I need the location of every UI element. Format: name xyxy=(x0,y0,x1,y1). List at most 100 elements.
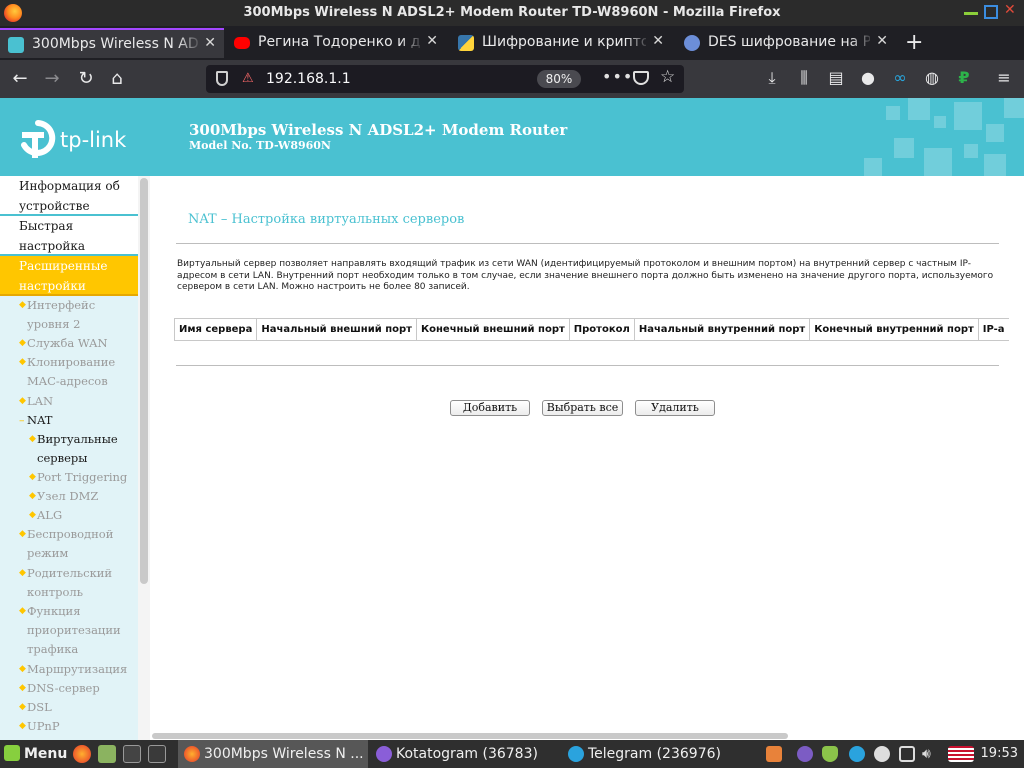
sidebar-item-qos[interactable]: ◆ Функция приоритезации трафика xyxy=(19,602,131,659)
kotatogram-tray-icon[interactable] xyxy=(797,746,813,762)
keyboard-layout-flag-icon[interactable] xyxy=(948,746,974,762)
python-favicon-icon xyxy=(458,35,474,51)
sidebar-item-layer2[interactable]: ◆ Интерфейс уровня 2 xyxy=(19,296,131,334)
firefox-icon xyxy=(184,746,200,762)
sidebar-scrollbar[interactable] xyxy=(140,178,148,584)
des-favicon-icon xyxy=(684,35,700,51)
tab-des[interactable]: DES шифрование на Python ✕ xyxy=(676,28,896,58)
sidebar-item-mac-clone[interactable]: ◆ Клонирование MAC-адресов xyxy=(19,353,131,391)
table-header-cell: IP-а xyxy=(977,318,1009,341)
minimize-window-button[interactable] xyxy=(964,5,978,15)
divider xyxy=(176,243,999,244)
youtube-favicon-icon xyxy=(234,37,250,49)
tracking-shield-icon[interactable] xyxy=(216,71,228,86)
firefox-tray-icon[interactable] xyxy=(766,746,782,762)
new-tab-icon[interactable]: + xyxy=(905,30,923,55)
firefox-launcher-icon[interactable] xyxy=(73,745,91,763)
bookmark-star-icon[interactable]: ☆ xyxy=(660,67,675,87)
table-header-cell: Конечный внешний порт xyxy=(415,318,570,341)
router-page: tp-link 300Mbps Wireless N ADSL2+ Modem … xyxy=(0,98,1024,740)
sidebar-item-parental-control[interactable]: ◆ Родительский контроль xyxy=(19,564,131,602)
taskbar-item-kotatogram[interactable]: Kotatogram (36783) xyxy=(370,740,560,768)
taskbar-item-telegram[interactable]: Telegram (236976) xyxy=(562,740,752,768)
logo-text: tp-link xyxy=(60,128,127,152)
system-taskbar: Menu 300Mbps Wireless N ... Kotatogram (… xyxy=(0,740,1024,768)
url-bar[interactable]: ⚠ 192.168.1.1 80% ••• ☆ xyxy=(206,65,684,93)
sidebar-item-nat[interactable]: – NAT xyxy=(19,411,131,430)
sidebar-item-lan[interactable]: ◆ LAN xyxy=(19,392,131,411)
workspace-launcher-icon[interactable] xyxy=(148,745,166,763)
clock[interactable]: 19:53 xyxy=(981,746,1018,761)
shield-tray-icon[interactable] xyxy=(822,746,838,762)
sidebar-item-alg[interactable]: ◆ ALG xyxy=(29,506,131,525)
add-button[interactable]: Добавить xyxy=(450,400,530,416)
url-text[interactable]: 192.168.1.1 xyxy=(266,71,351,87)
window-title: 300Mbps Wireless N ADSL2+ Modem Router T… xyxy=(243,5,781,20)
library-icon[interactable]: ⫼ xyxy=(794,68,814,88)
sidebar-item-dsl[interactable]: ◆ DSL xyxy=(19,698,131,717)
mint-logo-icon xyxy=(4,745,20,761)
pocket-icon[interactable] xyxy=(633,71,649,85)
tab-close-icon[interactable]: ✕ xyxy=(426,33,438,49)
delete-button[interactable]: Удалить xyxy=(635,400,715,416)
terminal-launcher-icon[interactable] xyxy=(123,745,141,763)
sidebar-item-dns[interactable]: ◆ DNS-сервер xyxy=(19,679,131,698)
router-sidebar: Информация об устройстве Быстрая настрой… xyxy=(0,176,138,740)
sidebar-item-virtual-servers[interactable]: ◆ Виртуальные серверы xyxy=(29,430,131,468)
tab-router[interactable]: 300Mbps Wireless N ADSL2+ Modem Router ✕ xyxy=(0,28,224,58)
globe-extension-icon[interactable]: ◍ xyxy=(922,68,942,88)
sidebar-item-upnp[interactable]: ◆ UPnP xyxy=(19,717,131,736)
forward-arrow-icon[interactable]: → xyxy=(40,67,64,91)
tab-close-icon[interactable]: ✕ xyxy=(876,33,888,49)
kotatogram-icon xyxy=(376,746,392,762)
close-window-button[interactable]: ✕ xyxy=(1004,3,1018,17)
account-icon[interactable]: ● xyxy=(858,68,878,88)
start-menu-button[interactable]: Menu xyxy=(4,745,67,762)
files-launcher-icon[interactable] xyxy=(98,745,116,763)
hamburger-menu-icon[interactable]: ≡ xyxy=(994,68,1014,88)
home-icon[interactable]: ⌂ xyxy=(105,67,129,91)
select-all-button[interactable]: Выбрать все xyxy=(542,400,623,416)
update-tray-icon[interactable] xyxy=(874,746,890,762)
sidebar-item-wan[interactable]: ◆ Служба WAN xyxy=(19,334,131,353)
sidebar-item-dmz[interactable]: ◆ Узел DMZ xyxy=(29,487,131,506)
telegram-tray-icon[interactable] xyxy=(849,746,865,762)
sidebar-item-routing[interactable]: ◆ Маршрутизация xyxy=(19,660,131,679)
router-header: tp-link 300Mbps Wireless N ADSL2+ Modem … xyxy=(0,98,1024,176)
sidebar-icon[interactable]: ▤ xyxy=(826,68,846,88)
tab-label: Регина Тодоренко и дочь xyxy=(258,34,420,50)
tp-link-favicon-icon xyxy=(8,37,24,53)
window-titlebar: 300Mbps Wireless N ADSL2+ Modem Router T… xyxy=(0,0,1024,26)
infinity-extension-icon[interactable]: ∞ xyxy=(890,68,910,88)
horizontal-scrollbar[interactable] xyxy=(152,733,788,739)
reload-icon[interactable]: ↻ xyxy=(74,67,98,91)
page-title: NAT – Настройка виртуальных серверов xyxy=(188,212,465,227)
header-decoration xyxy=(864,98,1024,176)
tp-link-logo: tp-link xyxy=(18,120,128,160)
tab-close-icon[interactable]: ✕ xyxy=(204,35,216,51)
downloads-icon[interactable]: ⤓ xyxy=(762,68,782,88)
zoom-level-badge[interactable]: 80% xyxy=(537,70,581,88)
insecure-lock-icon[interactable]: ⚠ xyxy=(242,71,256,86)
sidebar-item-port-triggering[interactable]: ◆ Port Triggering xyxy=(29,468,131,487)
divider xyxy=(176,365,999,366)
sidebar-section-quick-setup[interactable]: Быстрая настройка xyxy=(0,216,138,256)
tab-youtube[interactable]: Регина Тодоренко и дочь ✕ xyxy=(226,28,446,58)
sidebar-section-advanced[interactable]: Расширенные настройки xyxy=(0,256,138,296)
maximize-window-button[interactable] xyxy=(984,5,998,19)
table-header-cell: Имя сервера xyxy=(173,318,258,341)
volume-icon[interactable]: 🔊︎ xyxy=(922,746,938,762)
ruble-extension-icon[interactable]: ₽ xyxy=(954,68,974,88)
notifications-tray-icon[interactable] xyxy=(899,746,915,762)
tab-close-icon[interactable]: ✕ xyxy=(652,33,664,49)
tab-python-crypto[interactable]: Шифрование и криптография ✕ xyxy=(450,28,672,58)
sidebar-item-wireless[interactable]: ◆ Беспроводной режим xyxy=(19,525,131,563)
tab-label: DES шифрование на Python xyxy=(708,34,870,50)
page-actions-icon[interactable]: ••• xyxy=(602,67,633,86)
tab-strip: 300Mbps Wireless N ADSL2+ Modem Router ✕… xyxy=(0,26,1024,60)
back-arrow-icon[interactable]: ← xyxy=(8,67,32,91)
virtual-servers-table: Имя сервера Начальный внешний порт Конеч… xyxy=(173,318,1009,341)
tp-link-logo-icon xyxy=(21,120,56,158)
sidebar-section-device-info[interactable]: Информация об устройстве xyxy=(0,176,138,216)
taskbar-item-firefox[interactable]: 300Mbps Wireless N ... xyxy=(178,740,368,768)
